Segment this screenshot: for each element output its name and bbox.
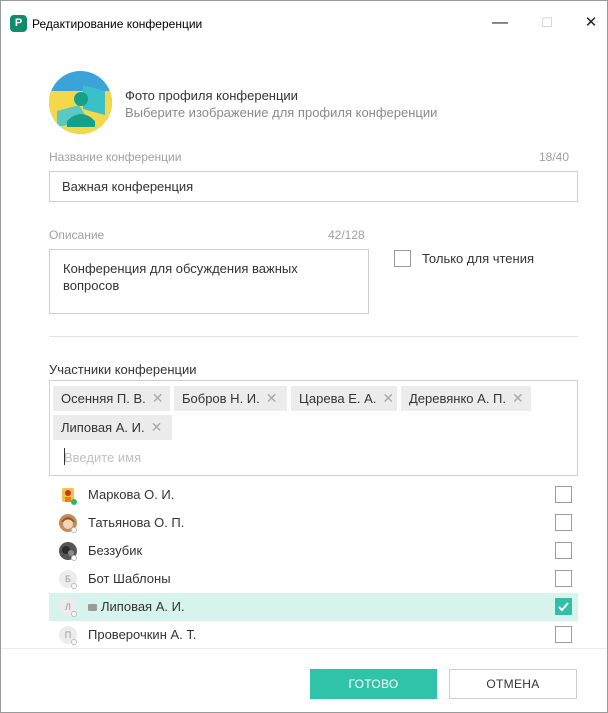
member-chip: Бобров Н. И. ✕ [174, 386, 287, 411]
title-bar: P Редактирование конференции — ☐ ✕ [1, 1, 607, 41]
remove-chip-icon[interactable]: ✕ [266, 390, 278, 406]
photo-title[interactable]: Фото профиля конференции [125, 88, 298, 103]
cancel-button[interactable]: ОТМЕНА [449, 669, 577, 699]
member-row[interactable]: Маркова О. И. [49, 481, 578, 509]
member-chip: Липовая А. И. ✕ [53, 415, 172, 440]
briefcase-icon [88, 604, 97, 611]
description-label: Описание [49, 228, 105, 242]
description-counter: 42/128 [328, 228, 365, 242]
description-textarea[interactable]: Конференция для обсуждения важных вопрос… [49, 249, 369, 314]
text-caret [64, 448, 65, 465]
check-icon [558, 602, 569, 612]
done-button[interactable]: ГОТОВО [310, 669, 437, 699]
member-row[interactable]: Беззубик [49, 537, 578, 565]
member-name: Татьянова О. П. [88, 515, 185, 530]
member-name: Проверочкин А. Т. [88, 627, 197, 642]
chip-label: Осенняя П. В. [61, 391, 146, 406]
member-chip: Деревянко А. П. ✕ [401, 386, 531, 411]
readonly-label[interactable]: Только для чтения [422, 251, 534, 266]
online-status-icon [71, 499, 77, 505]
chip-label: Деревянко А. П. [409, 391, 506, 406]
member-checkbox[interactable] [555, 542, 572, 559]
member-row[interactable]: Татьянова О. П. [49, 509, 578, 537]
member-row[interactable]: П Проверочкин А. Т. [49, 621, 578, 649]
member-checkbox-checked[interactable] [555, 598, 572, 615]
members-token-input[interactable]: Осенняя П. В. ✕ Бобров Н. И. ✕ Царева Е. А… [49, 380, 578, 476]
member-row[interactable]: Б Бот Шаблоны [49, 565, 578, 593]
remove-chip-icon[interactable]: ✕ [512, 390, 524, 406]
conference-name-input[interactable]: Важная конференция [49, 171, 578, 202]
readonly-checkbox[interactable] [394, 250, 411, 267]
chip-label: Бобров Н. И. [182, 391, 260, 406]
member-checkbox[interactable] [555, 514, 572, 531]
chip-label: Царева Е. А. [299, 391, 377, 406]
remove-chip-icon[interactable]: ✕ [152, 390, 164, 406]
members-title: Участники конференции [49, 362, 197, 377]
member-row-selected[interactable]: Л Липовая А. И. [49, 593, 578, 621]
member-name: Маркова О. И. [88, 487, 175, 502]
offline-status-icon [71, 611, 77, 617]
member-checkbox[interactable] [555, 626, 572, 643]
window-title: Редактирование конференции [32, 17, 203, 31]
offline-status-icon [71, 555, 77, 561]
member-chip: Осенняя П. В. ✕ [53, 386, 170, 411]
offline-status-icon [71, 583, 77, 589]
chip-label: Липовая А. И. [61, 420, 145, 435]
remove-chip-icon[interactable]: ✕ [151, 419, 163, 435]
section-divider [49, 336, 578, 337]
photo-subtitle[interactable]: Выберите изображение для профиля конфере… [125, 105, 437, 120]
remove-chip-icon[interactable]: ✕ [382, 390, 394, 406]
offline-status-icon [71, 639, 77, 645]
member-name-row: Липовая А. И. [88, 599, 185, 614]
member-name: Липовая А. И. [101, 599, 185, 614]
member-name: Беззубик [88, 543, 143, 558]
edit-conference-dialog: P Редактирование конференции — ☐ ✕ Фото … [0, 0, 608, 713]
conference-photo-icon[interactable] [49, 71, 112, 134]
minimize-button[interactable]: — [485, 12, 515, 34]
app-logo-icon: P [10, 15, 27, 32]
member-checkbox[interactable] [555, 570, 572, 587]
member-name: Бот Шаблоны [88, 571, 171, 586]
maximize-button[interactable]: ☐ [532, 12, 562, 34]
name-counter: 18/40 [539, 150, 570, 164]
close-button[interactable]: ✕ [576, 12, 606, 34]
member-search-input[interactable]: Введите имя [64, 450, 141, 465]
footer-divider [1, 648, 607, 649]
member-chip: Царева Е. А. ✕ [291, 386, 397, 411]
name-label: Название конференции [49, 150, 182, 164]
offline-status-icon [71, 527, 77, 533]
member-checkbox[interactable] [555, 486, 572, 503]
